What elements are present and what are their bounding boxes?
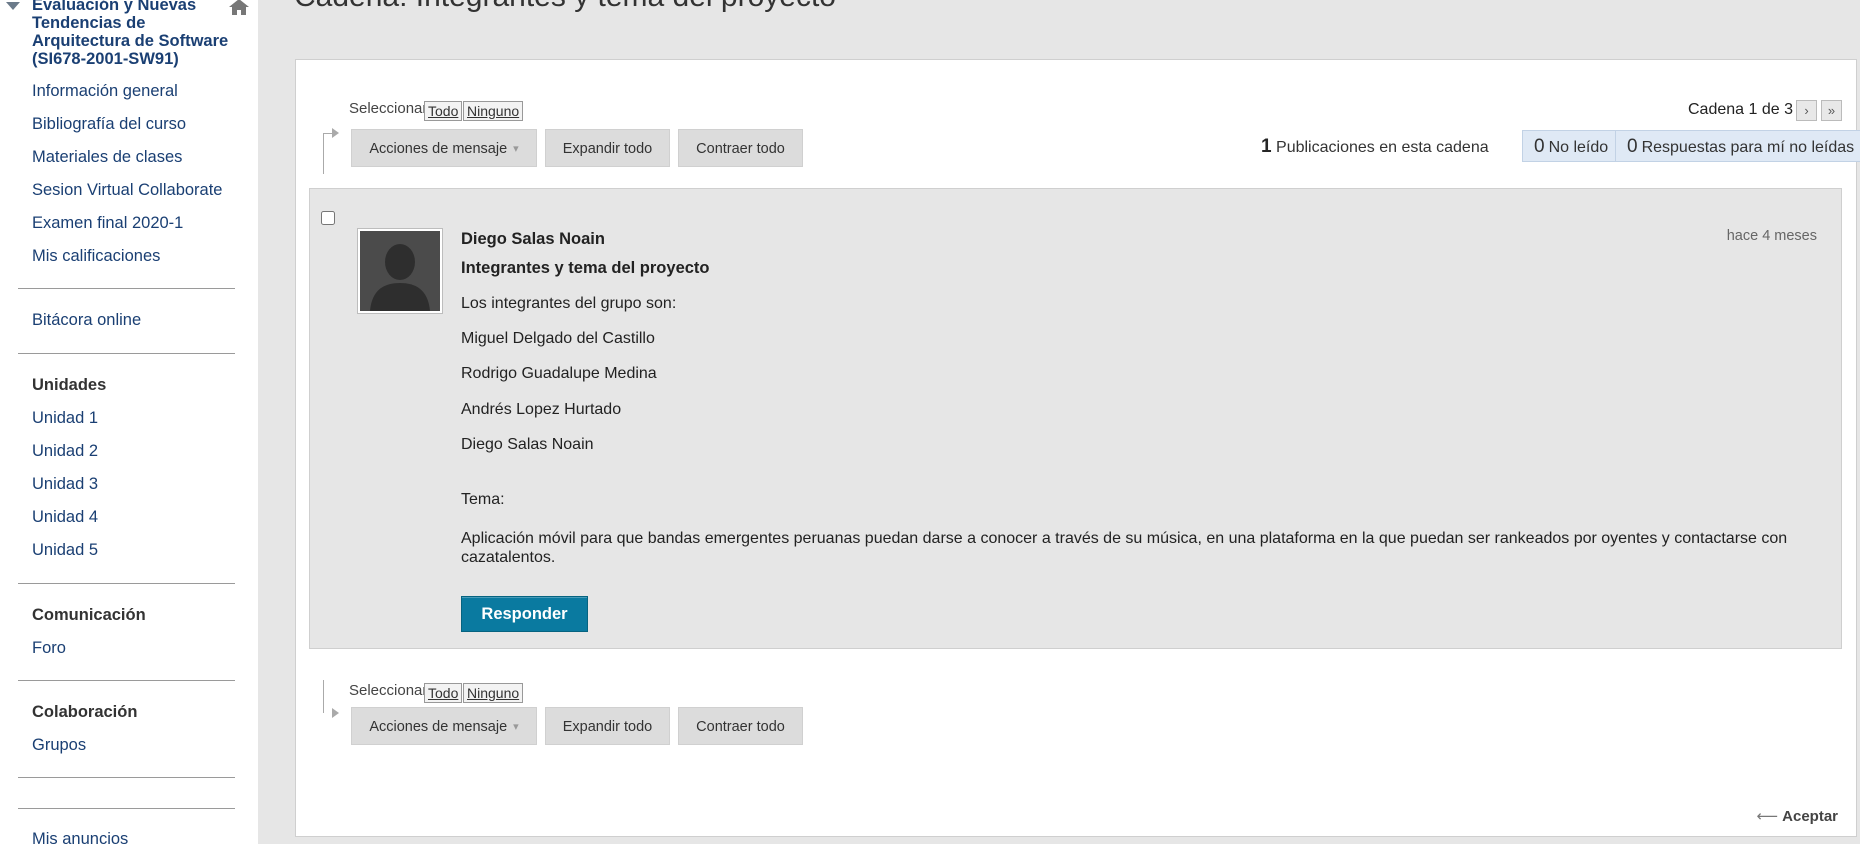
sidebar-item-unidad-1[interactable]: Unidad 1	[32, 409, 98, 428]
sidebar-item-unidad-2[interactable]: Unidad 2	[32, 442, 98, 461]
sidebar-heading-unidades: Unidades	[32, 376, 107, 394]
tree-arrow-icon	[332, 128, 339, 138]
message-actions-label: Acciones de mensaje	[369, 719, 508, 735]
post-member: Diego Salas Noain	[461, 436, 594, 453]
user-silhouette-icon	[360, 231, 440, 311]
chevron-down-icon: ▾	[513, 721, 519, 734]
select-label: Seleccionar:	[349, 100, 432, 117]
sidebar-divider	[18, 777, 235, 778]
last-thread-button[interactable]: »	[1821, 100, 1842, 121]
message-actions-button[interactable]: Acciones de mensaje ▾	[351, 707, 537, 745]
chevron-down-icon: ▾	[513, 143, 519, 156]
posts-count-label: Publicaciones en esta cadena	[1276, 139, 1489, 156]
course-title[interactable]: Evaluación y Nuevas Tendencias de Arquit…	[32, 0, 232, 68]
sidebar-divider	[18, 808, 235, 809]
home-icon[interactable]	[228, 0, 250, 16]
unread-replies-count: 0	[1627, 136, 1638, 157]
post-body-intro: Los integrantes del grupo son:	[461, 295, 677, 312]
sidebar-item-informacion-general[interactable]: Información general	[32, 82, 178, 101]
page-title: Cadena: Integrantes y tema del proyecto	[294, 0, 836, 14]
expand-all-button[interactable]: Expandir todo	[545, 129, 670, 167]
main-content: Cadena: Integrantes y tema del proyecto …	[258, 0, 1860, 844]
sidebar-item-unidad-3[interactable]: Unidad 3	[32, 475, 98, 494]
sidebar-item-bibliografia[interactable]: Bibliografía del curso	[32, 115, 186, 134]
unread-label: No leído	[1548, 139, 1609, 156]
message-actions-button[interactable]: Acciones de mensaje ▾	[351, 129, 537, 167]
select-all-link[interactable]: Todo	[424, 683, 463, 703]
sidebar-item-bitacora[interactable]: Bitácora online	[32, 311, 141, 330]
post-timestamp: hace 4 meses	[1726, 228, 1817, 244]
unread-badge[interactable]: 0 No leído	[1522, 130, 1621, 162]
sidebar-heading-comunicacion: Comunicación	[32, 606, 146, 624]
post-subject: Integrantes y tema del proyecto	[461, 259, 710, 277]
post-topic-label: Tema:	[461, 491, 505, 508]
accept-button[interactable]: ⟵ Aceptar	[1757, 807, 1838, 825]
collapse-all-button[interactable]: Contraer todo	[678, 129, 803, 167]
unread-replies-badge[interactable]: 0 Respuestas para mí no leídas	[1615, 130, 1860, 162]
posts-count-stat: 1 Publicaciones en esta cadena	[1261, 136, 1489, 158]
expand-all-button[interactable]: Expandir todo	[545, 707, 670, 745]
tree-arrow-icon	[332, 708, 339, 718]
sidebar-item-grupos[interactable]: Grupos	[32, 736, 86, 755]
sidebar-divider	[18, 288, 235, 289]
post-member: Rodrigo Guadalupe Medina	[461, 365, 657, 382]
post-card: Diego Salas Noain hace 4 meses Integrant…	[309, 188, 1842, 649]
post-member: Andrés Lopez Hurtado	[461, 401, 622, 418]
accept-label: Aceptar	[1782, 808, 1838, 825]
sidebar-item-foro[interactable]: Foro	[32, 639, 66, 658]
select-all-link[interactable]: Todo	[424, 101, 463, 121]
post-topic-text: Aplicación móvil para que bandas emergen…	[461, 530, 1788, 566]
unread-count: 0	[1534, 136, 1545, 157]
sidebar-divider	[18, 583, 235, 584]
sidebar-item-mis-calificaciones[interactable]: Mis calificaciones	[32, 247, 160, 266]
post-member: Miguel Delgado del Castillo	[461, 330, 655, 347]
reply-button[interactable]: Responder	[461, 596, 588, 632]
unread-replies-label: Respuestas para mí no leídas	[1641, 139, 1855, 156]
collapse-caret-icon[interactable]	[6, 2, 20, 10]
thread-pager-label: Cadena 1 de 3	[1688, 101, 1793, 118]
select-label: Seleccionar:	[349, 682, 432, 699]
post-select-checkbox[interactable]	[321, 211, 335, 225]
back-arrow-icon: ⟵	[1756, 808, 1779, 825]
sidebar-divider	[18, 680, 235, 681]
next-thread-button[interactable]: ›	[1796, 100, 1817, 121]
select-none-link[interactable]: Ninguno	[463, 101, 524, 121]
sidebar-item-mis-anuncios[interactable]: Mis anuncios	[32, 830, 128, 849]
post-author[interactable]: Diego Salas Noain	[461, 230, 605, 249]
tree-connector	[323, 133, 336, 174]
collapse-all-button[interactable]: Contraer todo	[678, 707, 803, 745]
sidebar-item-sesion-virtual[interactable]: Sesion Virtual Collaborate	[32, 181, 222, 200]
thread-panel: Seleccionar: Todo Ninguno Acciones de me…	[295, 59, 1860, 837]
author-avatar[interactable]	[358, 229, 442, 313]
sidebar-item-unidad-4[interactable]: Unidad 4	[32, 508, 98, 527]
posts-count: 1	[1261, 136, 1272, 157]
sidebar-heading-colaboracion: Colaboración	[32, 703, 138, 721]
sidebar-divider	[18, 353, 235, 354]
sidebar-item-examen-final[interactable]: Examen final 2020-1	[32, 214, 183, 233]
course-menu: Evaluación y Nuevas Tendencias de Arquit…	[0, 0, 258, 848]
sidebar-item-unidad-5[interactable]: Unidad 5	[32, 541, 98, 560]
message-actions-label: Acciones de mensaje	[369, 141, 508, 157]
select-none-link[interactable]: Ninguno	[463, 683, 524, 703]
sidebar-item-materiales[interactable]: Materiales de clases	[32, 148, 182, 167]
